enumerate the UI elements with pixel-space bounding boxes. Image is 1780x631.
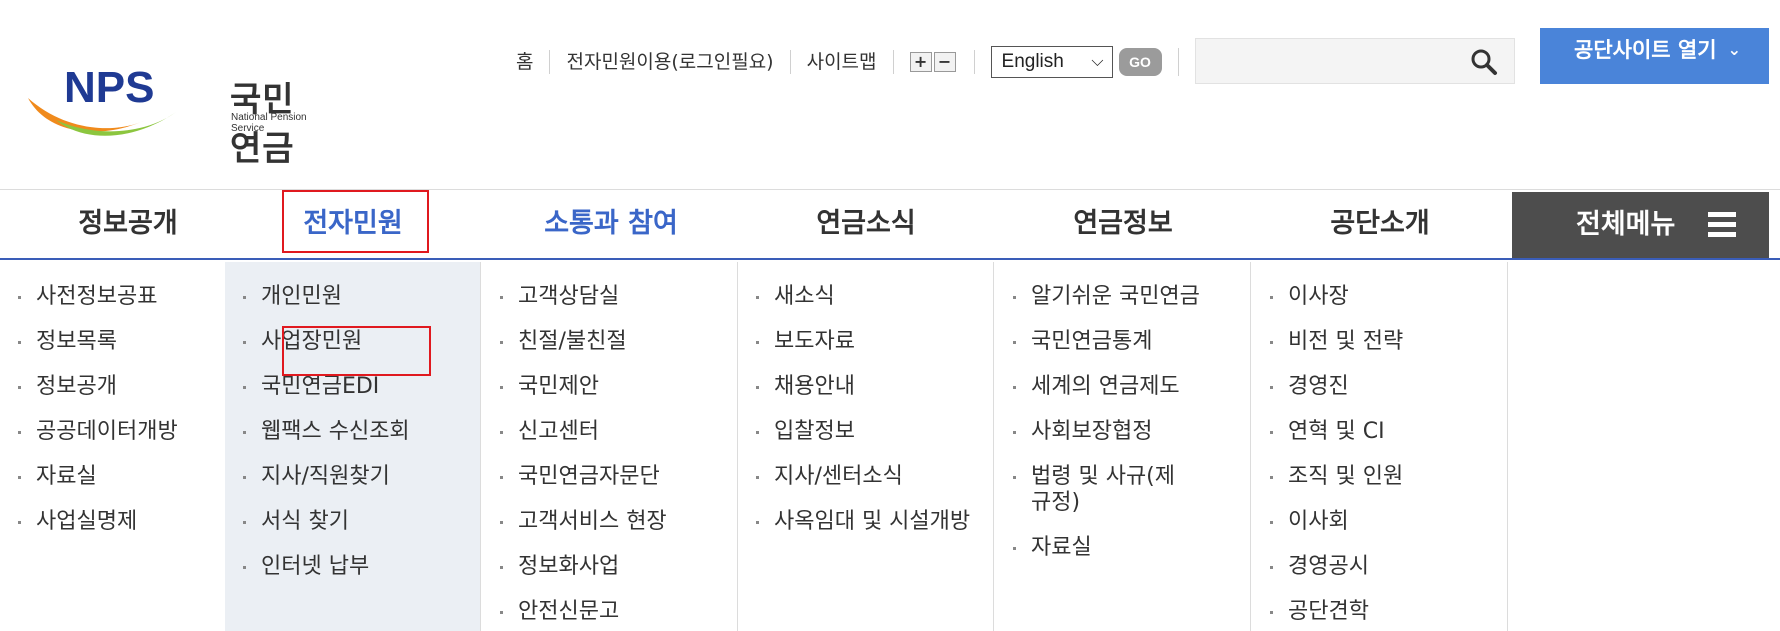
nav-pension-info[interactable]: 연금정보 [995, 190, 1251, 258]
submenu-item[interactable]: 지사/센터소식 [738, 464, 990, 490]
nav-pension-news[interactable]: 연금소식 [738, 190, 994, 258]
open-agency-sites-label: 공단사이트 열기 [1574, 38, 1717, 62]
submenu-item[interactable]: 법령 및 사규(제규정) [995, 464, 1185, 516]
submenu-column: 새소식 보도자료 채용안내 입찰정보 지사/센터소식 사옥임대 및 시설개방 [738, 262, 994, 631]
submenu-item[interactable]: 보도자료 [738, 329, 990, 355]
submenu-item[interactable]: 이사장 [1252, 284, 1504, 310]
hamburger-icon [1708, 212, 1736, 238]
submenu-item[interactable]: 공단견학 [1252, 599, 1504, 625]
submenu-item[interactable]: 지사/직원찾기 [225, 464, 477, 490]
language-go-button[interactable]: GO [1118, 48, 1162, 76]
nav-communication[interactable]: 소통과 참여 [483, 190, 739, 258]
chevron-down-icon: ⌄ [1727, 40, 1741, 59]
submenu-item[interactable]: 사전정보공표 [0, 284, 252, 310]
nps-logo[interactable]: NPS 국민연금 National Pension Service [26, 62, 326, 169]
submenu-item[interactable]: 알기쉬운 국민연금 [995, 284, 1247, 310]
submenu-item[interactable]: 사회보장협정 [995, 419, 1247, 445]
submenu-item-business-civil[interactable]: 사업장민원 [225, 329, 477, 355]
zoom-out-button[interactable]: − [933, 52, 956, 72]
utility-nav: 홈 전자민원이용(로그인필요) 사이트맵 + − English ⌵ GO [500, 44, 1179, 80]
submenu-item[interactable]: 웹팩스 수신조회 [225, 419, 477, 445]
submenu-column: 알기쉬운 국민연금 국민연금통계 세계의 연금제도 사회보장협정 법령 및 사규… [995, 262, 1251, 631]
nav-info-disclosure[interactable]: 정보공개 [0, 190, 256, 258]
divider [1177, 48, 1179, 76]
main-navigation: 정보공개 전자민원 소통과 참여 연금소식 연금정보 공단소개 전체메뉴 [0, 190, 1780, 260]
home-link[interactable]: 홈 [500, 49, 549, 75]
submenu-item[interactable]: 안전신문고 [482, 599, 734, 625]
submenu-item[interactable]: 이사회 [1252, 509, 1504, 535]
nps-logo-text: NPS [64, 63, 154, 112]
submenu-item[interactable]: 국민연금통계 [995, 329, 1247, 355]
nps-logo-mark: NPS [28, 63, 176, 136]
submenu-item[interactable]: 친절/불친절 [482, 329, 734, 355]
submenu-item[interactable]: 비전 및 전략 [1252, 329, 1504, 355]
submenu-item[interactable]: 서식 찾기 [225, 509, 477, 535]
submenu-column: 사전정보공표 정보목록 정보공개 공공데이터개방 자료실 사업실명제 [0, 262, 256, 631]
submenu-item[interactable]: 정보화사업 [482, 554, 734, 580]
submenu-item[interactable]: 연혁 및 CI [1252, 419, 1504, 445]
sitemap-link[interactable]: 사이트맵 [791, 49, 893, 75]
chevron-down-icon: ⌵ [1091, 53, 1104, 70]
all-menu-button[interactable]: 전체메뉴 [1512, 192, 1769, 258]
submenu-item[interactable]: 국민연금EDI [225, 374, 477, 400]
submenu-item[interactable]: 고객서비스 현장 [482, 509, 734, 535]
submenu-item[interactable]: 개인민원 [225, 284, 477, 310]
submenu-column: 이사장 비전 및 전략 경영진 연혁 및 CI 조직 및 인원 이사회 경영공시… [1252, 262, 1508, 631]
search-icon[interactable] [1470, 48, 1498, 76]
nav-e-civil-service[interactable]: 전자민원 [225, 190, 481, 258]
submenu-item[interactable]: 자료실 [0, 464, 252, 490]
submenu-item[interactable]: 채용안내 [738, 374, 990, 400]
divider [973, 50, 975, 74]
submenu-item[interactable]: 신고센터 [482, 419, 734, 445]
zoom-controls: + − [909, 52, 958, 72]
divider [892, 50, 894, 74]
submenu-item[interactable]: 국민연금자문단 [482, 464, 734, 490]
submenu-item[interactable]: 경영공시 [1252, 554, 1504, 580]
language-selected-value: English [1001, 51, 1064, 72]
submenu-item[interactable]: 경영진 [1252, 374, 1504, 400]
zoom-in-button[interactable]: + [909, 52, 932, 72]
submenu-column: 고객상담실 친절/불친절 국민제안 신고센터 국민연금자문단 고객서비스 현장 … [482, 262, 738, 631]
logo-english-name: National Pension Service [231, 112, 307, 134]
submenu-item[interactable]: 사옥임대 및 시설개방 [738, 509, 990, 535]
search-input[interactable] [1195, 38, 1515, 84]
nav-about-nps[interactable]: 공단소개 [1252, 190, 1508, 258]
submenu-item[interactable]: 입찰정보 [738, 419, 990, 445]
submenu-column-active: 개인민원 사업장민원 국민연금EDI 웹팩스 수신조회 지사/직원찾기 서식 찾… [225, 262, 481, 631]
language-select[interactable]: English ⌵ [990, 46, 1113, 78]
all-menu-label: 전체메뉴 [1576, 209, 1676, 240]
submenu-item[interactable]: 새소식 [738, 284, 990, 310]
submenu-item[interactable]: 자료실 [995, 535, 1247, 561]
submenu-item[interactable]: 정보목록 [0, 329, 252, 355]
submenu-item[interactable]: 국민제안 [482, 374, 734, 400]
open-agency-sites-button[interactable]: 공단사이트 열기 ⌄ [1540, 28, 1769, 84]
site-header: NPS 국민연금 National Pension Service 홈 전자민원… [0, 0, 1780, 190]
submenu-item[interactable]: 공공데이터개방 [0, 419, 252, 445]
e-civil-login-link[interactable]: 전자민원이용(로그인필요) [550, 49, 789, 75]
submenu-item[interactable]: 정보공개 [0, 374, 252, 400]
submenu-panel: 사전정보공표 정보목록 정보공개 공공데이터개방 자료실 사업실명제 개인민원 … [0, 262, 1780, 631]
submenu-item[interactable]: 조직 및 인원 [1252, 464, 1504, 490]
submenu-item[interactable]: 세계의 연금제도 [995, 374, 1247, 400]
submenu-item[interactable]: 인터넷 납부 [225, 554, 477, 580]
submenu-item[interactable]: 사업실명제 [0, 509, 252, 535]
submenu-item[interactable]: 고객상담실 [482, 284, 734, 310]
